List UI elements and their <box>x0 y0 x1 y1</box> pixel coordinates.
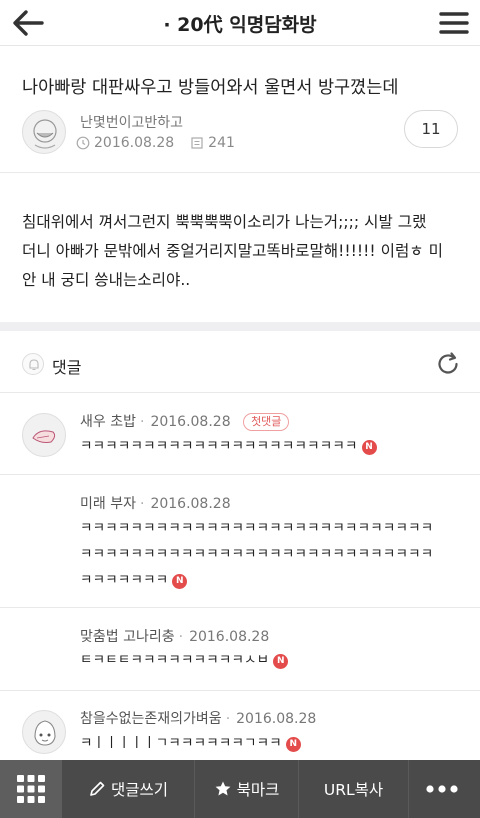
bottom-toolbar: 댓글쓰기 북마크 URL복사 <box>0 760 480 818</box>
comment-line: ㅋㅋㅋㅋㅋㅋㅋㅋㅋㅋㅋㅋㅋㅋㅋㅋㅋㅋㅋㅋㅋㅋㅋㅋㅋㅋㅋㅋ <box>80 546 434 562</box>
bookmark-button[interactable]: 북마크 <box>194 760 298 818</box>
comment-avatar[interactable] <box>22 710 66 754</box>
comment-author[interactable]: 새우 초밥 <box>80 414 136 430</box>
post-date: 2016.08.28 <box>94 135 175 151</box>
grid-icon <box>17 775 45 803</box>
board-title: · 20代 익명담화방 <box>163 14 317 36</box>
post-body-line: 안 내 궁디 씅내는소리야.. <box>22 271 191 289</box>
app: · 20代 익명담화방 나아빠랑 대판싸우고 방들어와서 울면서 방구꼈는데 난… <box>0 0 480 818</box>
views-icon <box>190 136 204 150</box>
divider <box>0 172 480 173</box>
comment-text: ㅌㅋㅌㅌㅋㅋㅋㅋㅋㅋㅋㅋㅋㅅㅂ N <box>80 648 289 672</box>
post-body-line: 더니 아빠가 문밖에서 중얼거리지말고똑바로말해!!!!!! 이럼ㅎ 미 <box>22 242 443 260</box>
avatar-illustration <box>34 720 56 746</box>
divider <box>0 474 480 475</box>
copy-url-label: URL복사 <box>323 781 384 799</box>
bookmark-label: 북마크 <box>236 781 280 799</box>
comment-date: 2016.08.28 <box>189 629 270 645</box>
refresh-button[interactable] <box>434 350 462 378</box>
bell-icon <box>22 353 44 375</box>
author-avatar[interactable] <box>22 110 66 154</box>
new-badge: N <box>361 440 377 455</box>
comment-text: ㅋㅋㅋㅋㅋㅋㅋㅋㅋㅋㅋㅋㅋㅋㅋㅋㅋㅋㅋㅋㅋㅋ N <box>80 434 377 458</box>
first-comment-badge: 첫댓글 <box>243 413 290 431</box>
grid-menu-button[interactable] <box>0 760 62 818</box>
comment-count-button[interactable]: 11 <box>404 110 458 148</box>
comment-header: 참을수없는존재의가벼움 · 2016.08.28 <box>80 711 317 727</box>
comment-header: 새우 초밥 · 2016.08.28 첫댓글 <box>80 411 290 431</box>
post-author[interactable]: 난몇번이고반하고 <box>80 112 183 132</box>
post-body-line: 침대위에서 껴서그런지 뿍뿍뿍뿍이소리가 나는거;;;; 시발 그랬 <box>22 213 427 231</box>
avatar-illustration <box>32 430 56 443</box>
new-badge: N <box>285 737 301 752</box>
comment-text: ㅋㅋㅋㅋㅋㅋㅋㅋㅋㅋㅋㅋㅋㅋㅋㅋㅋㅋㅋㅋㅋㅋㅋㅋㅋㅋㅋㅋ ㅋㅋㅋㅋㅋㅋㅋㅋㅋㅋㅋ… <box>80 515 433 593</box>
comments-label: 댓글 <box>52 358 82 377</box>
refresh-icon <box>438 352 458 374</box>
comment-line: ㅋㅋㅋㅋㅋㅋㅋㅋㅋㅋㅋㅋㅋㅋㅋㅋㅋㅋㅋㅋㅋㅋ <box>80 438 358 454</box>
comment-line: ㅌㅋㅌㅌㅋㅋㅋㅋㅋㅋㅋㅋㅋㅅㅂ <box>80 652 270 668</box>
comment-avatar[interactable] <box>22 413 66 457</box>
copy-url-button[interactable]: URL복사 <box>298 760 408 818</box>
post-title: 나아빠랑 대판싸우고 방들어와서 울면서 방구꼈는데 <box>22 78 399 98</box>
comment-line: ㅋㅣㅣㅣㅣㅣㄱㅋㅋㅋㅋㅋㅋㄱㅋㅋ <box>80 735 282 751</box>
avatar-illustration <box>33 119 57 149</box>
comment-date: 2016.08.28 <box>150 496 231 512</box>
views-count: 241 <box>208 135 235 151</box>
comment-header: 미래 부자 · 2016.08.28 <box>80 496 231 512</box>
write-comment-label: 댓글쓰기 <box>110 781 169 799</box>
post-meta: 2016.08.28 241 <box>76 135 235 151</box>
comment-author[interactable]: 참을수없는존재의가벼움 <box>80 711 222 727</box>
comment-line: ㅋㅋㅋㅋㅋㅋㅋ <box>80 572 169 588</box>
comment-author[interactable]: 미래 부자 <box>80 496 136 512</box>
post-body: 침대위에서 껴서그런지 뿍뿍뿍뿍이소리가 나는거;;;; 시발 그랬 더니 아빠… <box>22 208 466 295</box>
section-gap <box>0 322 480 331</box>
pencil-icon <box>90 781 105 796</box>
comment-date: 2016.08.28 <box>150 414 231 430</box>
menu-button[interactable] <box>436 4 472 42</box>
comment-text: ㅋㅣㅣㅣㅣㅣㄱㅋㅋㅋㅋㅋㅋㄱㅋㅋ N <box>80 731 301 755</box>
new-badge: N <box>172 574 188 589</box>
divider <box>0 607 480 608</box>
more-icon <box>426 785 458 793</box>
comment-line: ㅋㅋㅋㅋㅋㅋㅋㅋㅋㅋㅋㅋㅋㅋㅋㅋㅋㅋㅋㅋㅋㅋㅋㅋㅋㅋㅋㅋ <box>80 520 434 536</box>
divider <box>0 690 480 691</box>
divider <box>0 392 480 393</box>
comment-date: 2016.08.28 <box>236 711 317 727</box>
more-button[interactable] <box>408 760 480 818</box>
comment-header: 맞춤법 고나리충 · 2016.08.28 <box>80 629 270 645</box>
clock-icon <box>76 136 90 150</box>
hamburger-menu-icon <box>439 12 469 34</box>
new-badge: N <box>273 654 289 669</box>
comment-author[interactable]: 맞춤법 고나리충 <box>80 629 175 645</box>
write-comment-button[interactable]: 댓글쓰기 <box>62 760 194 818</box>
post-views: 241 <box>190 135 235 151</box>
star-icon <box>215 781 231 796</box>
top-bar: · 20代 익명담화방 <box>0 0 480 46</box>
